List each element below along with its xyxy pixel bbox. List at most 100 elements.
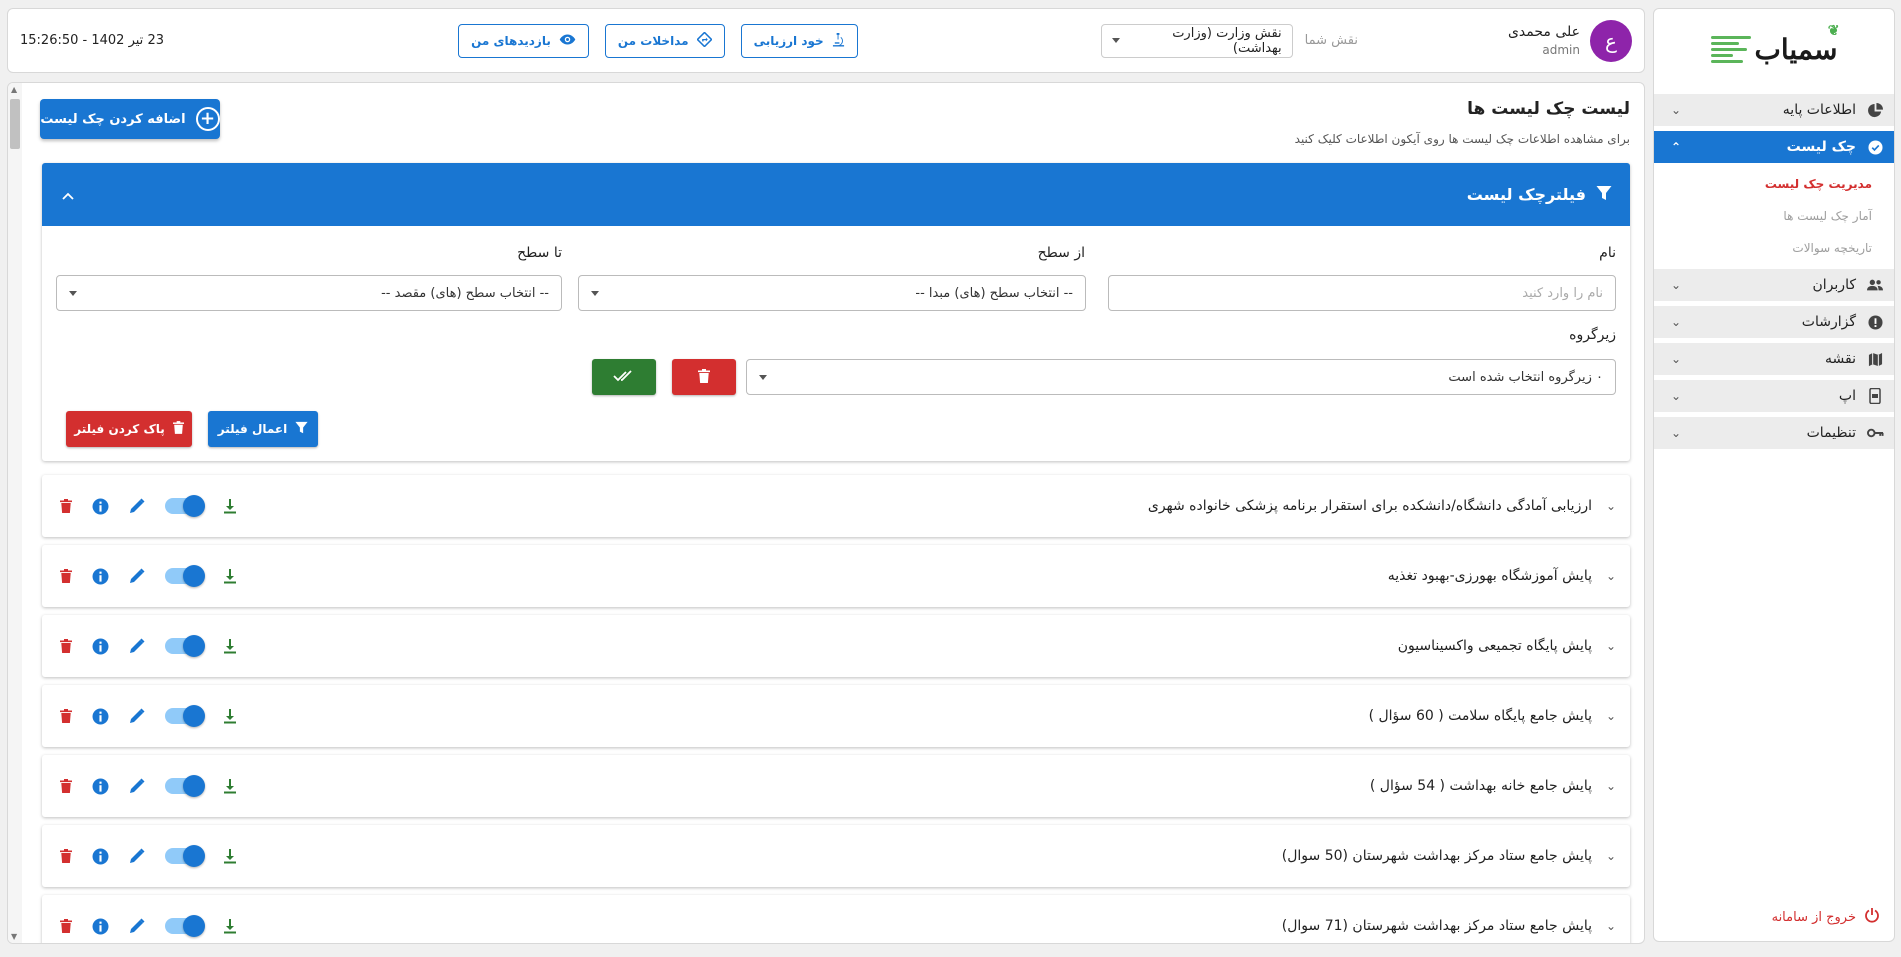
main-content: ▲ ▼ لیست چک لیست ها برای مشاهده اطلاعات … <box>7 82 1645 944</box>
download-icon[interactable] <box>223 708 237 724</box>
my-interventions-button[interactable]: مداخلات من <box>604 23 725 58</box>
edit-icon[interactable] <box>129 918 145 934</box>
avatar[interactable]: ع <box>1590 19 1632 62</box>
role-select[interactable]: نقش وزارت (وزارت بهداشت) <box>1100 23 1293 58</box>
sidebar-item-map[interactable]: نقشه ⌄ <box>1654 343 1894 375</box>
active-toggle[interactable] <box>165 915 205 937</box>
download-icon[interactable] <box>223 638 237 654</box>
delete-icon[interactable] <box>60 709 72 723</box>
trash-icon <box>172 421 184 437</box>
sidebar-item-reports[interactable]: گزارشات ⌄ <box>1654 306 1894 338</box>
info-icon[interactable] <box>92 848 109 865</box>
edit-icon[interactable] <box>129 638 145 654</box>
edit-icon[interactable] <box>129 708 145 724</box>
vertical-scrollbar[interactable]: ▲ ▼ <box>8 83 22 943</box>
page-title: لیست چک لیست ها <box>1467 99 1630 119</box>
map-icon <box>1866 352 1884 367</box>
chevron-down-icon: ⌄ <box>1670 426 1682 440</box>
sidebar-item-app[interactable]: اپ ⌄ <box>1654 380 1894 412</box>
subgroup-select[interactable]: ۰ زیرگروه انتخاب شده است <box>746 359 1616 395</box>
scroll-down-icon[interactable]: ▼ <box>11 932 17 941</box>
my-visits-button[interactable]: بازدیدهای من <box>458 23 589 58</box>
info-icon[interactable] <box>92 498 109 515</box>
to-level-label: تا سطح <box>517 245 562 261</box>
active-toggle[interactable] <box>165 705 205 727</box>
checklist-row[interactable]: ⌄ پایش پایگاه تجمیعی واکسیناسیون <box>42 615 1630 677</box>
delete-icon[interactable] <box>60 569 72 583</box>
chevron-down-icon[interactable]: ⌄ <box>1602 569 1616 583</box>
checklist-row[interactable]: ⌄ پایش جامع ستاد مرکز بهداشت شهرستان (50 … <box>42 825 1630 887</box>
toggle-knob <box>183 705 205 727</box>
active-toggle[interactable] <box>165 495 205 517</box>
download-icon[interactable] <box>223 918 237 934</box>
key-icon <box>1866 428 1884 438</box>
apply-filter-button[interactable]: اعمال فیلتر <box>208 411 318 447</box>
toggle-knob <box>183 495 205 517</box>
edit-icon[interactable] <box>129 498 145 514</box>
active-toggle[interactable] <box>165 845 205 867</box>
sidebar-subitem-checklist-stats[interactable]: آمار چک لیست ها <box>1654 200 1894 232</box>
scroll-thumb[interactable] <box>10 99 20 149</box>
info-icon[interactable] <box>92 638 109 655</box>
user-role: admin <box>1542 43 1580 57</box>
chevron-down-icon[interactable]: ⌄ <box>1602 639 1616 653</box>
download-icon[interactable] <box>223 498 237 514</box>
caret-down-icon <box>69 290 77 296</box>
active-toggle[interactable] <box>165 635 205 657</box>
self-assessment-button[interactable]: خود ارزیابی <box>740 23 858 58</box>
select-all-subgroups-button[interactable] <box>592 359 656 395</box>
pie-chart-icon <box>1866 102 1884 118</box>
chevron-down-icon[interactable]: ⌄ <box>1602 709 1616 723</box>
add-checklist-button[interactable]: + اضافه کردن چک لیست <box>40 99 220 139</box>
edit-icon[interactable] <box>129 778 145 794</box>
chevron-down-icon: ⌄ <box>1670 389 1682 403</box>
download-icon[interactable] <box>223 568 237 584</box>
delete-icon[interactable] <box>60 919 72 933</box>
info-icon[interactable] <box>92 568 109 585</box>
chevron-down-icon[interactable]: ⌄ <box>1602 779 1616 793</box>
chevron-down-icon[interactable]: ⌄ <box>1602 919 1616 933</box>
active-toggle[interactable] <box>165 775 205 797</box>
active-toggle[interactable] <box>165 565 205 587</box>
chevron-down-icon: ⌄ <box>1670 315 1682 329</box>
filter-panel-header[interactable]: فیلترچک لیست <box>42 163 1630 226</box>
delete-icon[interactable] <box>60 849 72 863</box>
checklist-row[interactable]: ⌄ پایش جامع خانه بهداشت ( 54 سؤال ) <box>42 755 1630 817</box>
check-circle-icon <box>1866 139 1884 155</box>
sidebar-item-settings[interactable]: تنظیمات ⌄ <box>1654 417 1894 449</box>
checklist-row[interactable]: ⌄ پایش جامع پایگاه سلامت ( 60 سؤال ) <box>42 685 1630 747</box>
to-level-select[interactable]: -- انتخاب سطح (های) مقصد -- <box>56 275 562 311</box>
checklist-row[interactable]: ⌄ ارزیابی آمادگی دانشگاه/دانشکده برای است… <box>42 475 1630 537</box>
self-assessment-label: خود ارزیابی <box>753 33 824 48</box>
delete-icon[interactable] <box>60 779 72 793</box>
checklist-row[interactable]: ⌄ پایش آموزشگاه بهورزی-بهبود تغذیه <box>42 545 1630 607</box>
delete-icon[interactable] <box>60 499 72 513</box>
chevron-down-icon[interactable]: ⌄ <box>1602 849 1616 863</box>
edit-icon[interactable] <box>129 848 145 864</box>
delete-icon[interactable] <box>60 639 72 653</box>
info-icon[interactable] <box>92 778 109 795</box>
sidebar-item-base-info[interactable]: اطلاعات پایه ⌄ <box>1654 94 1894 126</box>
info-icon[interactable] <box>92 918 109 935</box>
logo[interactable]: سمیاب ❦ <box>1654 9 1894 89</box>
clear-filter-button[interactable]: پاک کردن فیلتر <box>66 411 192 447</box>
sidebar-subitem-questions-history[interactable]: تاریخچه سوالات <box>1654 232 1894 264</box>
sidebar-item-checklist[interactable]: چک لیست ⌃ <box>1654 131 1894 163</box>
info-icon[interactable] <box>92 708 109 725</box>
sidebar-subitem-manage-checklist[interactable]: مدیریت چک لیست <box>1654 168 1894 200</box>
scroll-up-icon[interactable]: ▲ <box>11 85 17 94</box>
checklist-row[interactable]: ⌄ پایش جامع ستاد مرکز بهداشت شهرستان (71 … <box>42 895 1630 943</box>
from-level-select[interactable]: -- انتخاب سطح (های) مبدا -- <box>578 275 1086 311</box>
download-icon[interactable] <box>223 848 237 864</box>
user-info[interactable]: ع علی محمدی admin <box>1508 19 1632 62</box>
chevron-up-icon[interactable] <box>62 185 74 204</box>
clear-subgroup-button[interactable] <box>672 359 736 395</box>
logout-button[interactable]: خروج از سامانه <box>1772 907 1880 927</box>
download-icon[interactable] <box>223 778 237 794</box>
name-input[interactable] <box>1108 275 1616 311</box>
toggle-knob <box>183 845 205 867</box>
edit-icon[interactable] <box>129 568 145 584</box>
sidebar-item-users[interactable]: کاربران ⌄ <box>1654 269 1894 301</box>
chevron-down-icon[interactable]: ⌄ <box>1602 499 1616 513</box>
role-select-value: نقش وزارت (وزارت بهداشت) <box>1172 25 1282 56</box>
